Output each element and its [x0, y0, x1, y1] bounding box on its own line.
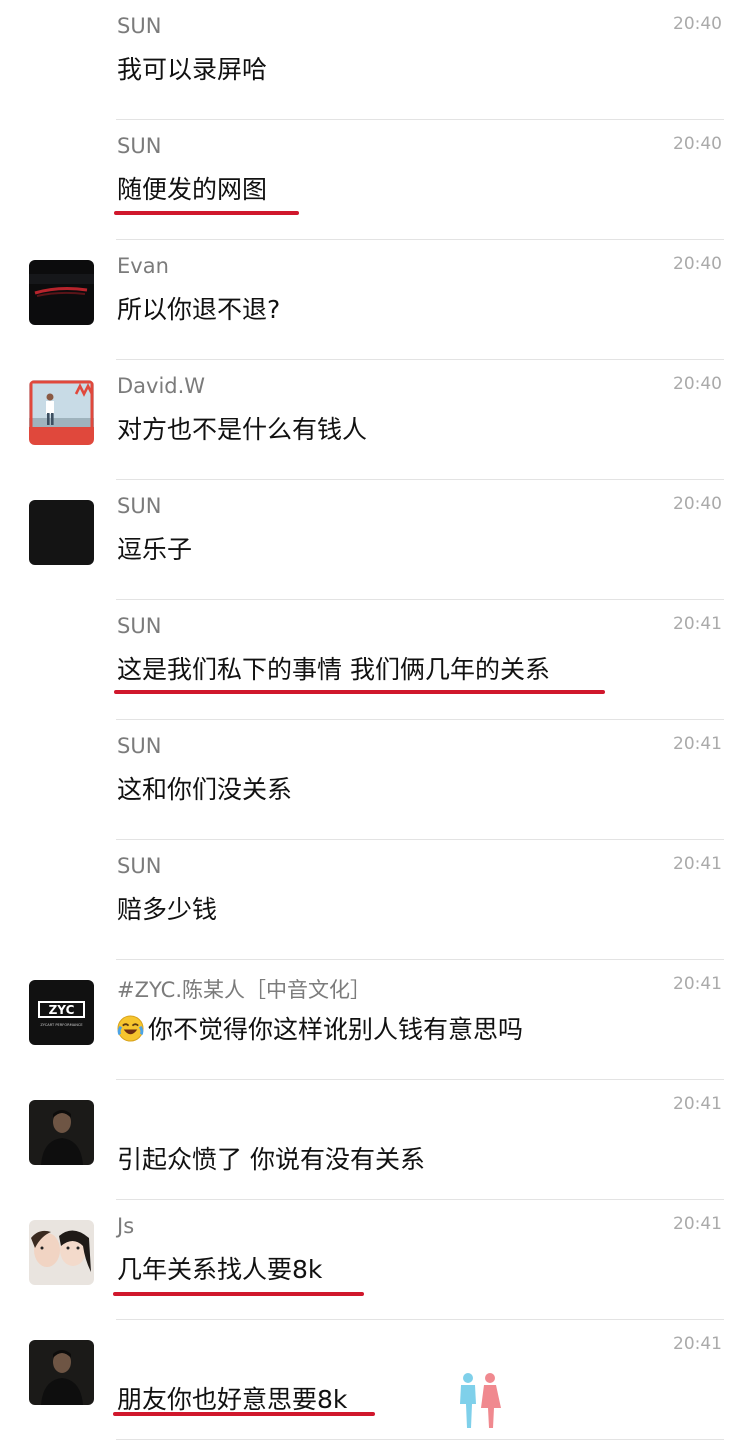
message-row[interactable]: SUN 20:40 随便发的网图	[0, 120, 750, 240]
message-time: 20:41	[673, 614, 722, 634]
message-row[interactable]: SUN 20:40 我可以录屏哈	[0, 0, 750, 120]
message-row[interactable]: 20:41 朋友你也好意思要8k	[0, 1320, 750, 1440]
sender-name: SUN	[117, 734, 162, 758]
message-text: 赔多少钱	[117, 895, 218, 924]
avatar[interactable]	[29, 1220, 94, 1285]
message-row[interactable]: 20:41 引起众愤了 你说有没有关系	[0, 1080, 750, 1200]
message-text: 我可以录屏哈	[117, 55, 268, 84]
message-time: 20:41	[673, 854, 722, 874]
message-time: 20:40	[673, 134, 722, 154]
sender-name: SUN	[117, 494, 162, 518]
avatar-logo-subtext: ZYCART PERFORMANCE	[40, 1023, 83, 1027]
sender-name: SUN	[117, 14, 162, 38]
message-text: 所以你退不退?	[117, 295, 281, 324]
message-time: 20:40	[673, 494, 722, 514]
avatar-logo-text: ZYC	[49, 1003, 75, 1017]
message-text: 这是我们私下的事情 我们俩几年的关系	[117, 655, 550, 684]
laughing-crying-emoji-icon	[117, 1015, 144, 1042]
message-time: 20:40	[673, 254, 722, 274]
sender-name: Evan	[117, 254, 169, 278]
message-time: 20:41	[673, 734, 722, 754]
message-text: 逗乐子	[117, 535, 193, 564]
message-text: 引起众愤了 你说有没有关系	[117, 1145, 425, 1174]
message-time: 20:41	[673, 1094, 722, 1114]
message-time: 20:40	[673, 14, 722, 34]
avatar[interactable]	[29, 260, 94, 325]
avatar[interactable]	[29, 1340, 94, 1405]
message-text: 几年关系找人要8k	[117, 1255, 323, 1284]
avatar[interactable]	[29, 500, 94, 565]
red-highlight-underline	[113, 1412, 375, 1416]
red-highlight-underline	[114, 211, 299, 215]
chat-message-list: SUN 20:40 我可以录屏哈 SUN 20:40 随便发的网图 Evan 2…	[0, 0, 750, 1450]
watermark-figures-icon	[460, 1373, 501, 1428]
message-time: 20:41	[673, 974, 722, 994]
message-row[interactable]: SUN 20:41 这和你们没关系	[0, 720, 750, 840]
message-text-content: 你不觉得你这样讹别人钱有意思吗	[148, 1015, 524, 1044]
message-row[interactable]: David.W 20:40 对方也不是什么有钱人	[0, 360, 750, 480]
divider	[116, 1439, 724, 1440]
message-row[interactable]: SUN 20:41 这是我们私下的事情 我们俩几年的关系	[0, 600, 750, 720]
message-text: 随便发的网图	[117, 175, 268, 204]
avatar[interactable]	[29, 1100, 94, 1165]
message-text: 你不觉得你这样讹别人钱有意思吗	[117, 1010, 523, 1046]
avatar[interactable]	[29, 380, 94, 445]
sender-name: David.W	[117, 374, 206, 398]
message-row[interactable]: Js 20:41 几年关系找人要8k	[0, 1200, 750, 1320]
message-row[interactable]: ZYC ZYCART PERFORMANCE #ZYC.陈某人［中音文化］ 20…	[0, 960, 750, 1080]
sender-name: SUN	[117, 614, 162, 638]
red-highlight-underline	[113, 1292, 364, 1296]
message-time: 20:41	[673, 1334, 722, 1354]
sender-name: SUN	[117, 854, 162, 878]
sender-name: #ZYC.陈某人［中音文化］	[117, 978, 371, 1002]
message-text: 对方也不是什么有钱人	[117, 415, 368, 444]
message-row[interactable]: SUN 20:41 赔多少钱	[0, 840, 750, 960]
message-time: 20:41	[673, 1214, 722, 1234]
message-row[interactable]: Evan 20:40 所以你退不退?	[0, 240, 750, 360]
sender-name: Js	[117, 1214, 135, 1238]
avatar[interactable]: ZYC ZYCART PERFORMANCE	[29, 980, 94, 1045]
red-highlight-underline	[114, 690, 605, 694]
message-text: 这和你们没关系	[117, 775, 293, 804]
message-time: 20:40	[673, 374, 722, 394]
sender-name: SUN	[117, 134, 162, 158]
message-row[interactable]: SUN 20:40 逗乐子	[0, 480, 750, 600]
message-text: 朋友你也好意思要8k	[117, 1385, 348, 1414]
